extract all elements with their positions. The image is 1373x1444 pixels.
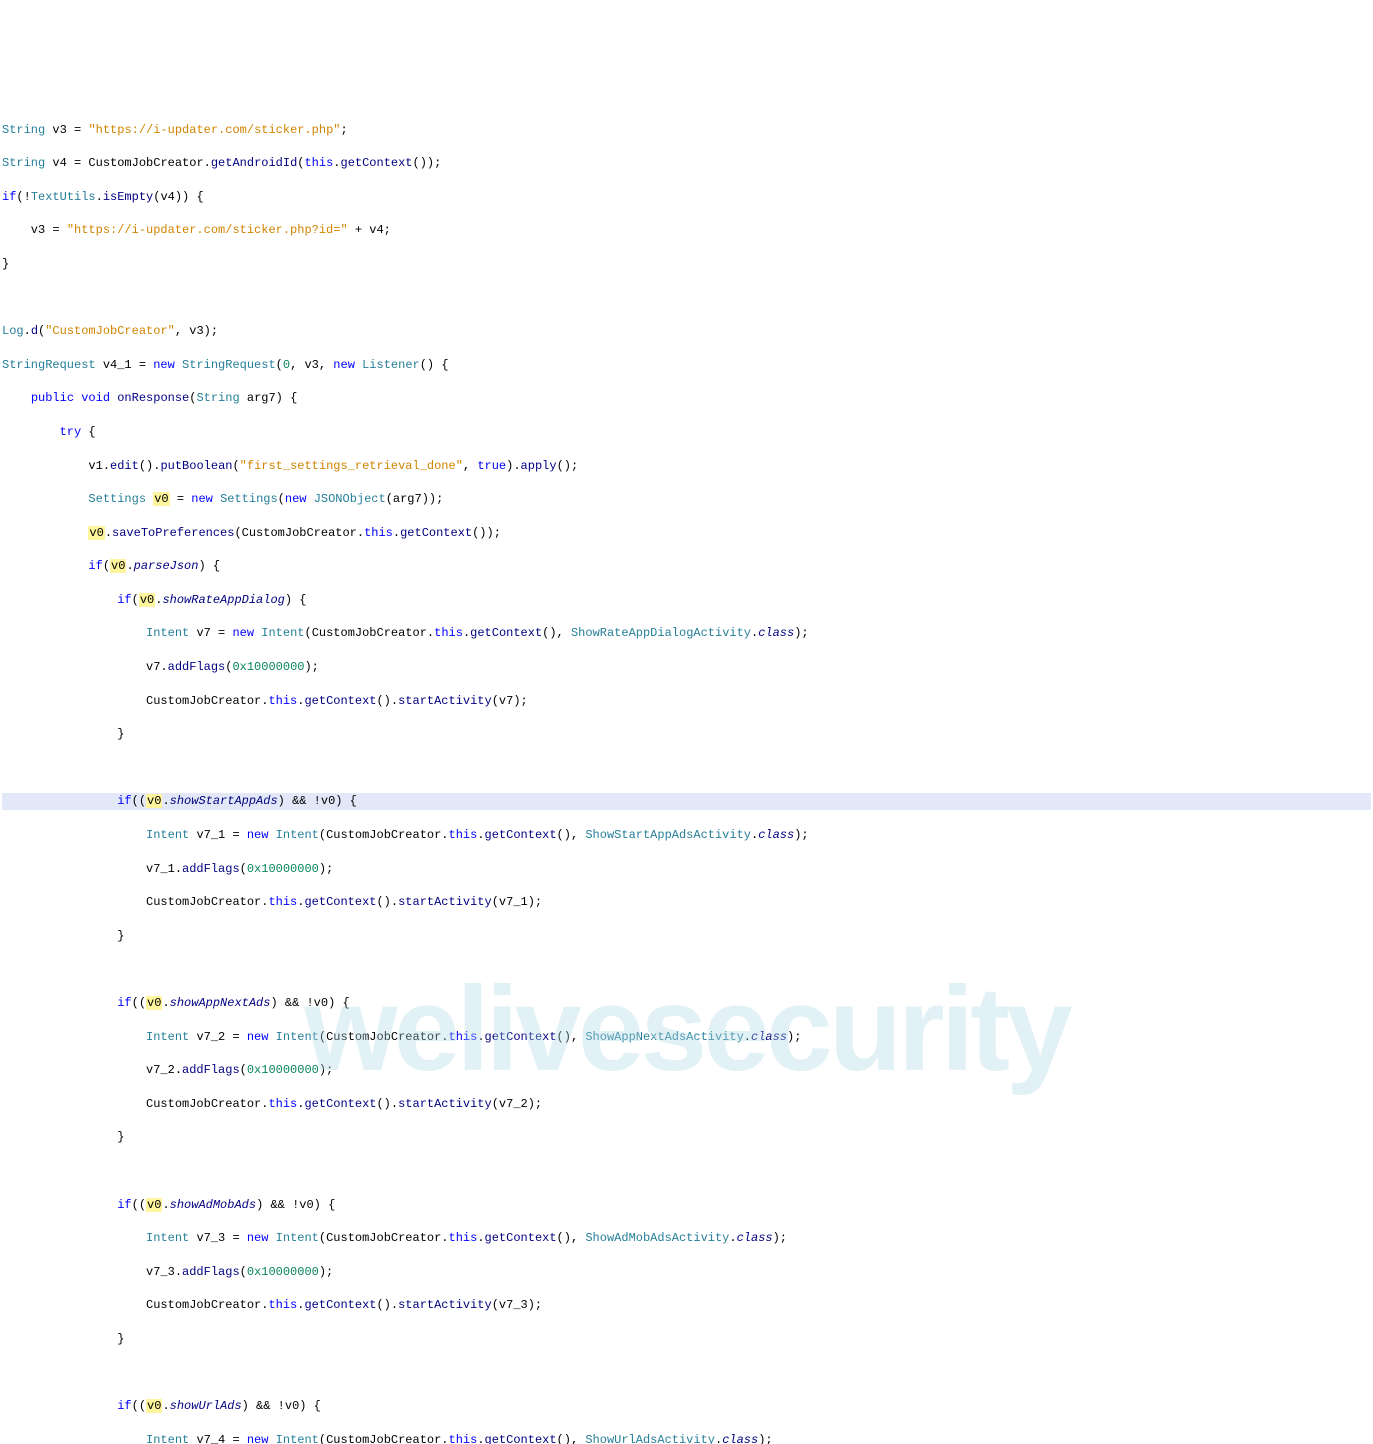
code-line[interactable]: Intent v7_4 = new Intent(CustomJobCreato… bbox=[2, 1432, 1371, 1444]
code-line[interactable]: public void onResponse(String arg7) { bbox=[2, 390, 1371, 407]
code-line[interactable]: v3 = "https://i-updater.com/sticker.php?… bbox=[2, 222, 1371, 239]
code-line[interactable]: } bbox=[2, 1129, 1371, 1146]
code-line[interactable]: } bbox=[2, 1331, 1371, 1348]
code-line[interactable]: try { bbox=[2, 424, 1371, 441]
code-line[interactable]: CustomJobCreator.this.getContext().start… bbox=[2, 1297, 1371, 1314]
code-line[interactable]: Intent v7_1 = new Intent(CustomJobCreato… bbox=[2, 827, 1371, 844]
code-line[interactable]: if((v0.showAppNextAds) && !v0) { bbox=[2, 995, 1371, 1012]
code-line[interactable]: CustomJobCreator.this.getContext().start… bbox=[2, 894, 1371, 911]
code-line[interactable]: if((v0.showUrlAds) && !v0) { bbox=[2, 1398, 1371, 1415]
code-line[interactable]: Intent v7 = new Intent(CustomJobCreator.… bbox=[2, 625, 1371, 642]
code-line-highlighted[interactable]: if((v0.showStartAppAds) && !v0) { bbox=[2, 793, 1371, 810]
code-line[interactable]: if(!TextUtils.isEmpty(v4)) { bbox=[2, 189, 1371, 206]
code-viewer[interactable]: String v3 = "https://i-updater.com/stick… bbox=[0, 101, 1373, 1444]
code-line[interactable]: v7_1.addFlags(0x10000000); bbox=[2, 861, 1371, 878]
code-line[interactable]: Intent v7_3 = new Intent(CustomJobCreato… bbox=[2, 1230, 1371, 1247]
code-line[interactable]: v7_2.addFlags(0x10000000); bbox=[2, 1062, 1371, 1079]
code-line[interactable]: Log.d("CustomJobCreator", v3); bbox=[2, 323, 1371, 340]
code-line[interactable]: } bbox=[2, 928, 1371, 945]
code-line[interactable] bbox=[2, 760, 1371, 777]
code-line[interactable]: v1.edit().putBoolean("first_settings_ret… bbox=[2, 458, 1371, 475]
code-line[interactable]: Settings v0 = new Settings(new JSONObjec… bbox=[2, 491, 1371, 508]
code-line[interactable]: CustomJobCreator.this.getContext().start… bbox=[2, 693, 1371, 710]
code-line[interactable]: String v4 = CustomJobCreator.getAndroidI… bbox=[2, 155, 1371, 172]
code-line[interactable] bbox=[2, 1365, 1371, 1382]
code-line[interactable]: String v3 = "https://i-updater.com/stick… bbox=[2, 122, 1371, 139]
code-line[interactable]: v7.addFlags(0x10000000); bbox=[2, 659, 1371, 676]
code-line[interactable]: if((v0.showAdMobAds) && !v0) { bbox=[2, 1197, 1371, 1214]
code-line[interactable]: v7_3.addFlags(0x10000000); bbox=[2, 1264, 1371, 1281]
code-line[interactable] bbox=[2, 1163, 1371, 1180]
code-line[interactable] bbox=[2, 961, 1371, 978]
code-line[interactable]: StringRequest v4_1 = new StringRequest(0… bbox=[2, 357, 1371, 374]
code-line[interactable]: v0.saveToPreferences(CustomJobCreator.th… bbox=[2, 525, 1371, 542]
code-line[interactable]: } bbox=[2, 726, 1371, 743]
code-line[interactable]: if(v0.showRateAppDialog) { bbox=[2, 592, 1371, 609]
code-line[interactable]: } bbox=[2, 256, 1371, 273]
code-line[interactable]: Intent v7_2 = new Intent(CustomJobCreato… bbox=[2, 1029, 1371, 1046]
code-line[interactable]: CustomJobCreator.this.getContext().start… bbox=[2, 1096, 1371, 1113]
code-line[interactable] bbox=[2, 290, 1371, 307]
code-line[interactable]: if(v0.parseJson) { bbox=[2, 558, 1371, 575]
